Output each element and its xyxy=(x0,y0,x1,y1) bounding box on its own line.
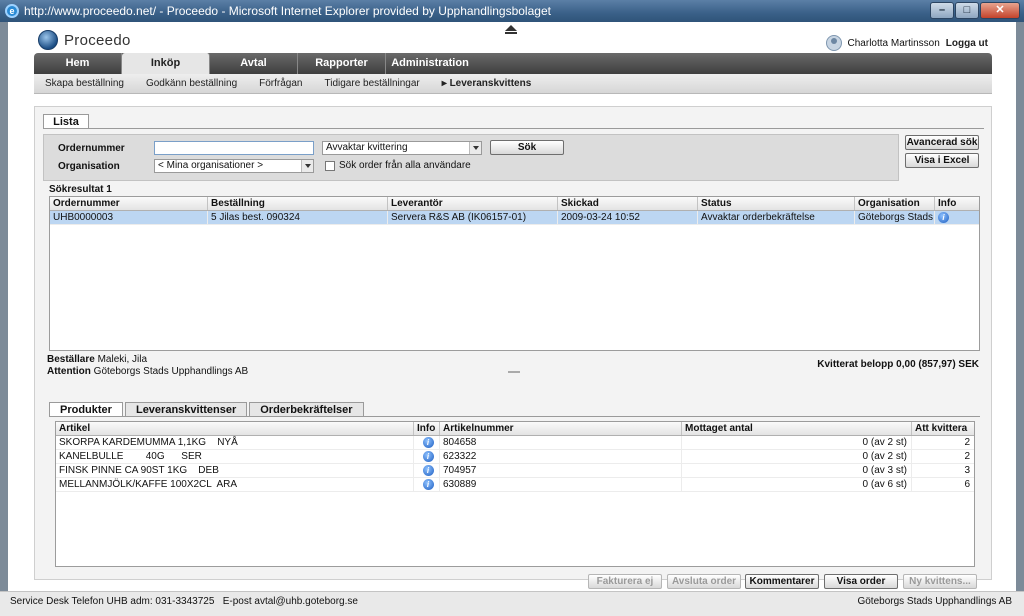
table-row[interactable]: SKORPA KARDEMUMMA 1,1KG NYÅ i 804658 0 (… xyxy=(56,436,974,450)
window-titlebar: e http://www.proceedo.net/ - Proceedo - … xyxy=(0,0,1024,22)
col-info[interactable]: Info xyxy=(414,422,440,435)
avancerad-sok-button[interactable]: Avancerad sök xyxy=(905,135,979,150)
subnav-tidigare[interactable]: Tidigare beställningar xyxy=(314,74,431,93)
table-row[interactable]: MELLANMJÖLK/KAFFE 100X2CL ARA i 630889 0… xyxy=(56,478,974,492)
main-nav: Hem Inköp Avtal Rapporter Administration xyxy=(34,53,992,74)
visa-i-excel-button[interactable]: Visa i Excel xyxy=(905,153,979,168)
alla-anvandare-checkbox[interactable] xyxy=(325,161,335,171)
info-icon[interactable]: i xyxy=(422,478,434,490)
col-bestallning[interactable]: Beställning xyxy=(208,197,388,210)
subnav-godkann[interactable]: Godkänn beställning xyxy=(135,74,248,93)
info-icon[interactable]: i xyxy=(422,436,434,448)
products-header: Artikel Info Artikelnummer Mottaget anta… xyxy=(56,422,974,436)
user-icon xyxy=(825,35,842,51)
bestallare-row: Beställare Maleki, Jila xyxy=(47,354,148,365)
col-skickad[interactable]: Skickad xyxy=(558,197,698,210)
avsluta-order-button[interactable]: Avsluta order xyxy=(667,574,741,589)
info-icon[interactable]: i xyxy=(422,464,434,476)
col-att-kvittera[interactable]: Att kvittera xyxy=(912,422,974,435)
fakturera-ej-button[interactable]: Fakturera ej xyxy=(588,574,662,589)
resize-handle[interactable] xyxy=(508,371,520,373)
products-table: Artikel Info Artikelnummer Mottaget anta… xyxy=(55,421,975,567)
logo: Proceedo xyxy=(38,30,131,50)
organisation-select[interactable]: < Mina organisationer > xyxy=(154,159,314,173)
info-icon[interactable]: i xyxy=(938,211,949,223)
kvitterat-belopp: Kvitterat belopp 0,00 (857,97) SEK xyxy=(817,359,979,370)
window-title: http://www.proceedo.net/ - Proceedo - Mi… xyxy=(24,4,551,18)
table-row[interactable]: UHB0000003 5 Jilas best. 090324 Servera … xyxy=(50,211,979,225)
search-box: Ordernummer Organisation < Mina organisa… xyxy=(43,134,899,181)
ordernummer-label: Ordernummer xyxy=(58,143,125,154)
results-header: Ordernummer Beställning Leverantör Skick… xyxy=(50,197,979,211)
alla-anvandare-label: Sök order från alla användare xyxy=(339,160,471,171)
logout-link[interactable]: Logga ut xyxy=(946,38,988,49)
status-select[interactable]: Avvaktar kvittering xyxy=(322,141,482,155)
browser-icon: e xyxy=(5,4,19,18)
kommentarer-button[interactable]: Kommentarer xyxy=(745,574,819,589)
ny-kvittens-button[interactable]: Ny kvittens... xyxy=(903,574,977,589)
col-organisation[interactable]: Organisation xyxy=(855,197,935,210)
user-area: Charlotta Martinsson Logga ut xyxy=(825,35,988,51)
table-row[interactable]: KANELBULLE 40G SER i 623322 0 (av 2 st) … xyxy=(56,450,974,464)
visa-order-button[interactable]: Visa order xyxy=(824,574,898,589)
col-leverantor[interactable]: Leverantör xyxy=(388,197,558,210)
sub-nav: Skapa beställning Godkänn beställning Fö… xyxy=(34,74,992,94)
tab-rapporter[interactable]: Rapporter xyxy=(298,53,386,74)
app-frame: Proceedo Charlotta Martinsson Logga ut H… xyxy=(8,22,1016,606)
sok-button[interactable]: Sök xyxy=(490,140,564,155)
col-ordernummer[interactable]: Ordernummer xyxy=(50,197,208,210)
collapse-header-icon[interactable] xyxy=(505,25,517,34)
user-name: Charlotta Martinsson xyxy=(847,37,940,49)
col-status[interactable]: Status xyxy=(698,197,855,210)
subnav-forfragan[interactable]: Förfrågan xyxy=(248,74,313,93)
tab-inkop[interactable]: Inköp xyxy=(122,53,210,74)
attention-row: Attention Göteborgs Stads Upphandlings A… xyxy=(47,366,249,377)
info-icon[interactable]: i xyxy=(422,450,434,462)
results-table: Ordernummer Beställning Leverantör Skick… xyxy=(49,196,980,351)
content-panel: Lista Ordernummer Organisation < Mina or… xyxy=(34,106,992,589)
col-artikelnummer[interactable]: Artikelnummer xyxy=(440,422,682,435)
maximize-button[interactable]: □ xyxy=(955,2,979,19)
status-left: Service Desk Telefon UHB adm: 031-334372… xyxy=(10,596,358,607)
tab-lista[interactable]: Lista xyxy=(43,114,89,129)
status-right: Göteborgs Stads Upphandlings AB xyxy=(857,596,1012,607)
col-artikel[interactable]: Artikel xyxy=(56,422,414,435)
status-bar: Service Desk Telefon UHB adm: 031-334372… xyxy=(0,591,1024,616)
organisation-label: Organisation xyxy=(58,161,120,172)
chevron-down-icon xyxy=(301,160,313,172)
sokresultat-label: Sökresultat 1 xyxy=(49,184,112,195)
proceedo-logo-icon xyxy=(38,30,58,50)
product-tabs: Produkter Leveranskvittenser Orderbekräf… xyxy=(49,402,364,417)
minimize-button[interactable]: – xyxy=(930,2,954,19)
subnav-leveranskvittens[interactable]: ▸ Leveranskvittens xyxy=(431,74,543,93)
tab-leveranskvittenser[interactable]: Leveranskvittenser xyxy=(124,402,248,417)
subnav-skapa[interactable]: Skapa beställning xyxy=(34,74,135,93)
close-button[interactable]: ✕ xyxy=(980,2,1020,19)
tab-avtal[interactable]: Avtal xyxy=(210,53,298,74)
col-info[interactable]: Info xyxy=(935,197,979,210)
ordernummer-input[interactable] xyxy=(154,141,314,155)
tab-orderbekraftelser[interactable]: Orderbekräftelser xyxy=(249,402,364,417)
col-mottaget-antal[interactable]: Mottaget antal xyxy=(682,422,912,435)
tab-administration[interactable]: Administration xyxy=(386,53,474,74)
chevron-down-icon xyxy=(469,142,481,154)
tab-hem[interactable]: Hem xyxy=(34,53,122,74)
table-row[interactable]: FINSK PINNE CA 90ST 1KG DEB i 704957 0 (… xyxy=(56,464,974,478)
tab-produkter[interactable]: Produkter xyxy=(49,402,123,417)
